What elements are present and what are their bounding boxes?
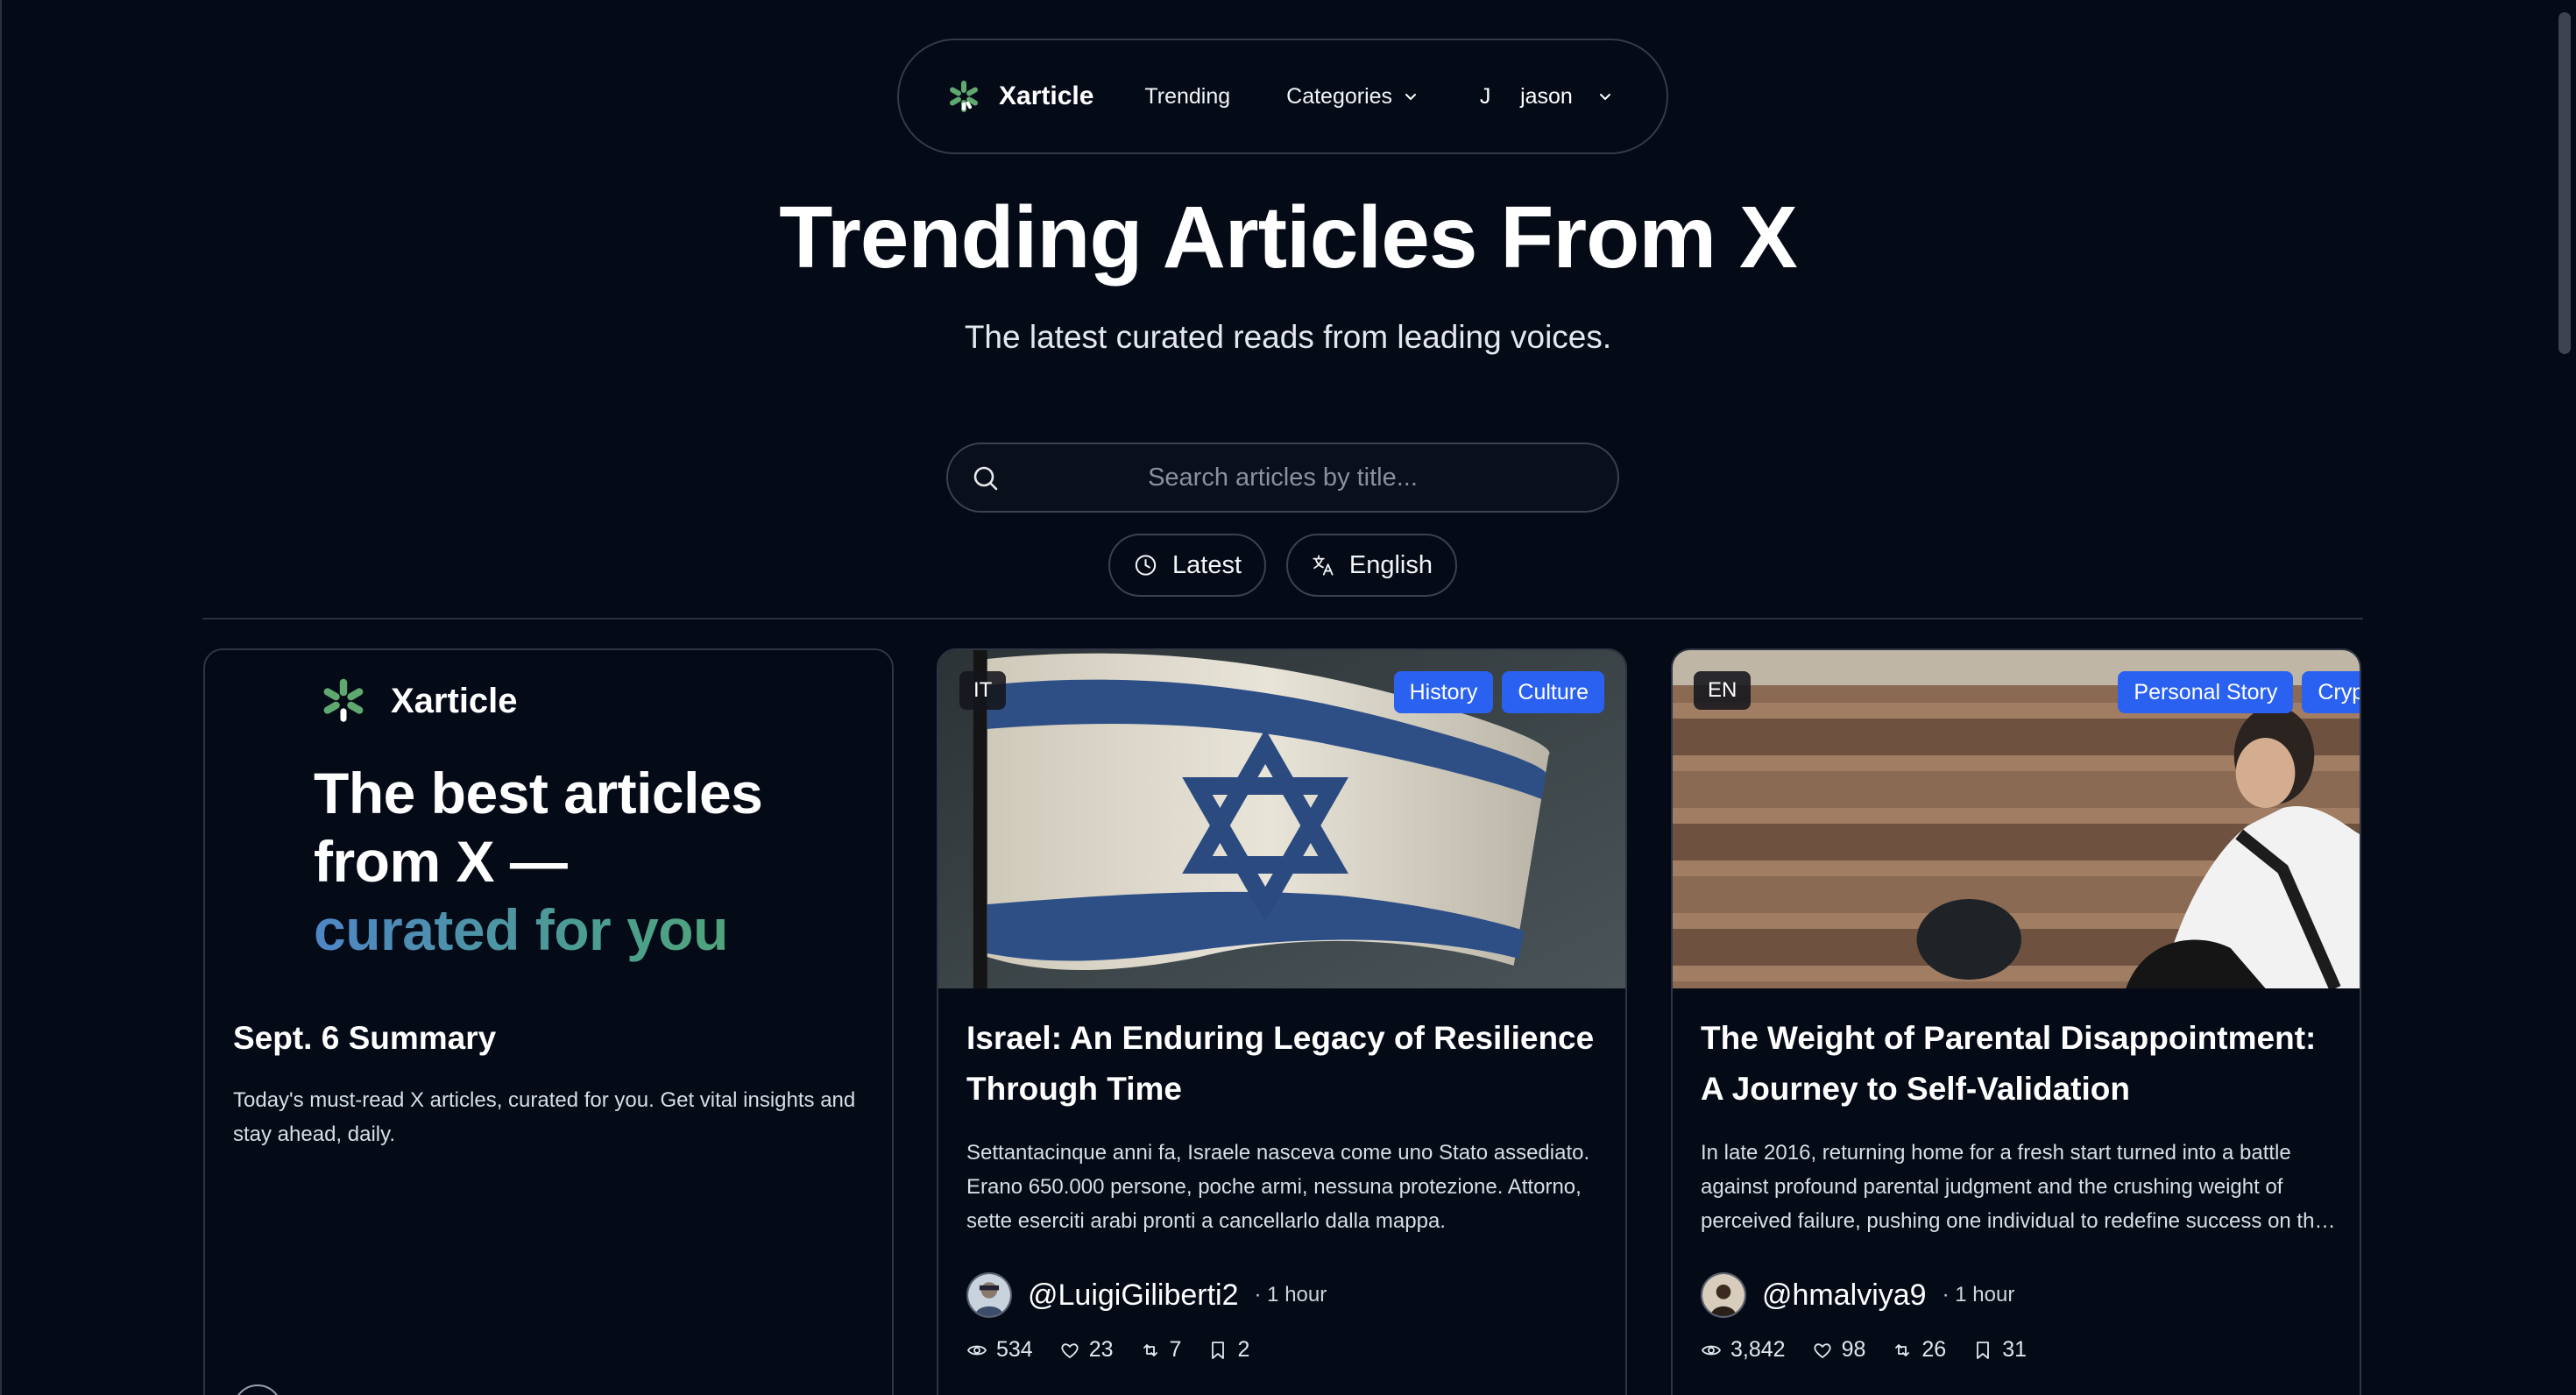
likes-stat[interactable]: 23 <box>1059 1337 1114 1363</box>
promo-headline: The best articles from X — curated for y… <box>314 759 839 964</box>
nav-categories-label: Categories <box>1286 83 1393 109</box>
user-name: jason <box>1520 83 1573 109</box>
summary-title[interactable]: Sept. 6 Summary <box>233 1013 873 1064</box>
article-title[interactable]: Israel: An Enduring Legacy of Resilience… <box>966 1013 1606 1115</box>
clock-icon <box>1135 555 1157 576</box>
reposts-count: 7 <box>1169 1337 1182 1362</box>
repost-icon <box>1895 1343 1910 1356</box>
article-card[interactable]: EN Personal Story Crypto The Weight of P… <box>1671 648 2361 1395</box>
chevron-down-icon <box>1405 94 1417 100</box>
post-time: · 1 hour <box>1942 1283 2015 1306</box>
tag-history[interactable]: History <box>1393 671 1494 713</box>
summary-footer-icon <box>233 1384 282 1395</box>
repost-icon <box>1143 1343 1157 1356</box>
brand-link[interactable]: Xarticle <box>946 79 1093 114</box>
language-filter-button[interactable]: English <box>1286 534 1457 597</box>
summary-excerpt: Today's must-read X articles, curated fo… <box>233 1088 856 1146</box>
tag-crypto[interactable]: Crypto <box>2302 671 2360 713</box>
stats-row: 534 23 7 2 <box>966 1337 1249 1363</box>
reposts-stat[interactable]: 26 <box>1892 1337 1946 1363</box>
avatar[interactable] <box>1701 1272 1746 1318</box>
author-handle[interactable]: @hmalviya9 <box>1762 1278 1927 1313</box>
sort-label: Latest <box>1172 550 1242 579</box>
bookmark-icon <box>1977 1341 1990 1359</box>
stats-row: 3,842 98 26 31 <box>1701 1337 2027 1363</box>
search-input[interactable] <box>948 444 1617 511</box>
reposts-stat[interactable]: 7 <box>1140 1337 1182 1363</box>
likes-stat[interactable]: 98 <box>1812 1337 1866 1363</box>
author-handle[interactable]: @LuigiGiliberti2 <box>1028 1278 1239 1313</box>
nav-trending-link[interactable]: Trending <box>1144 84 1230 110</box>
top-navigation: Xarticle Trending Categories J jason <box>897 39 1668 154</box>
nav-categories-dropdown[interactable]: Categories <box>1286 84 1419 110</box>
likes-count: 23 <box>1088 1337 1114 1362</box>
chevron-down-icon <box>1599 94 1610 100</box>
tag-list: Personal Story Crypto <box>2118 671 2360 713</box>
eye-icon <box>1701 1345 1722 1355</box>
language-badge: EN <box>1694 671 1752 710</box>
article-title[interactable]: The Weight of Parental Disappointment: A… <box>1701 1013 2340 1115</box>
user-avatar-initial: J <box>1479 83 1491 109</box>
author-avatar-image <box>1702 1274 1744 1316</box>
author-row: @LuigiGiliberti2 · 1 hour <box>966 1272 1327 1318</box>
section-divider <box>202 618 2363 620</box>
views-stat: 534 <box>966 1337 1033 1363</box>
xarticle-logo-icon <box>323 678 364 722</box>
bookmarks-count: 31 <box>2002 1337 2027 1362</box>
reposts-count: 26 <box>1921 1337 1947 1362</box>
avatar[interactable] <box>966 1272 1012 1318</box>
promo-brand-name: Xarticle <box>391 681 518 720</box>
tag-culture[interactable]: Culture <box>1502 671 1604 713</box>
author-avatar-image <box>968 1274 1010 1316</box>
brand-name: Xarticle <box>999 81 1094 110</box>
bookmarks-stat[interactable]: 31 <box>1972 1337 2027 1363</box>
search-bar <box>946 443 1619 513</box>
user-menu[interactable]: J jason <box>1475 84 1613 110</box>
views-count: 534 <box>996 1337 1033 1362</box>
language-label: English <box>1348 550 1433 579</box>
author-row: @hmalviya9 · 1 hour <box>1701 1272 2014 1318</box>
tag-personal-story[interactable]: Personal Story <box>2118 671 2294 713</box>
eye-icon <box>966 1345 987 1355</box>
promo-brand: Xarticle <box>319 676 518 726</box>
page-title: Trending Articles From X <box>779 188 1797 287</box>
promo-headline-accent: curated for you <box>314 896 839 964</box>
page-scrollbar[interactable] <box>2558 12 2571 354</box>
tag-list: History Culture <box>1393 671 1604 713</box>
heart-icon <box>1061 1342 1079 1358</box>
likes-count: 98 <box>1841 1337 1866 1362</box>
language-badge: IT <box>959 671 1007 710</box>
promo-headline-line1: The best articles <box>314 761 763 825</box>
page-subtitle: The latest curated reads from leading vo… <box>964 319 1612 355</box>
summary-card[interactable]: Xarticle The best articles from X — cura… <box>203 648 894 1395</box>
bookmarks-count: 2 <box>1237 1337 1250 1362</box>
search-icon <box>973 466 998 491</box>
sort-latest-button[interactable]: Latest <box>1108 534 1266 597</box>
post-time: · 1 hour <box>1254 1283 1327 1306</box>
article-excerpt: Settantacinque anni fa, Israele nasceva … <box>966 1141 1590 1233</box>
bookmarks-stat[interactable]: 2 <box>1207 1337 1249 1363</box>
article-excerpt: In late 2016, returning home for a fresh… <box>1701 1141 2339 1233</box>
views-count: 3,842 <box>1730 1337 1786 1362</box>
views-stat: 3,842 <box>1701 1337 1786 1363</box>
translate-icon <box>1313 555 1334 576</box>
xarticle-logo-icon <box>950 81 978 112</box>
bookmark-icon <box>1212 1341 1225 1359</box>
promo-headline-line2: from X — <box>314 829 568 894</box>
heart-icon <box>1813 1342 1831 1358</box>
article-card[interactable]: IT History Culture Israel: An Enduring L… <box>937 648 1627 1395</box>
